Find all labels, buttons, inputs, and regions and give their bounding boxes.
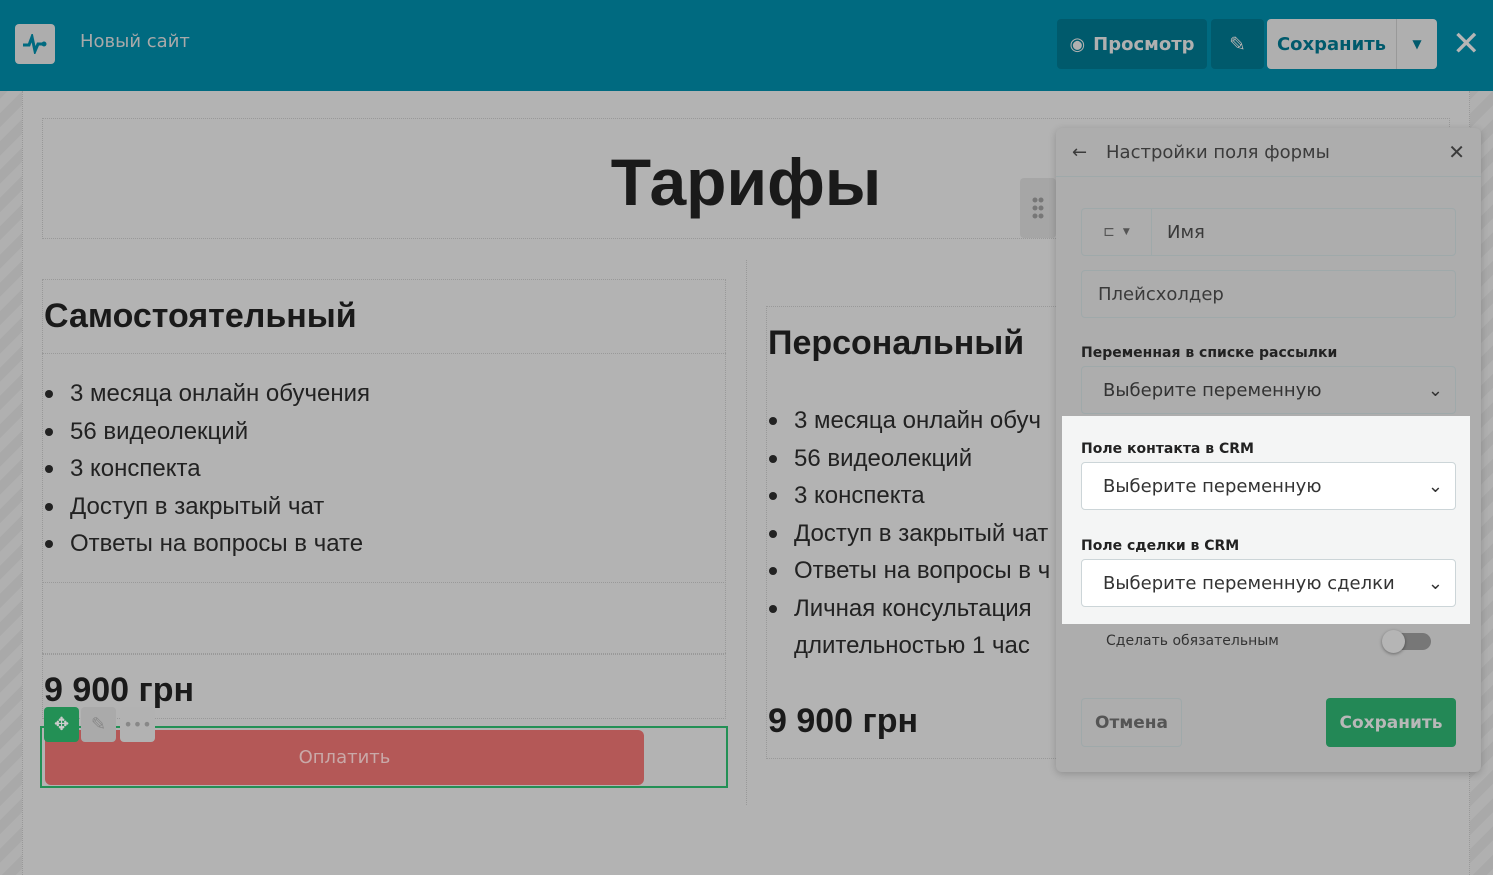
list-item: 56 видеолекций xyxy=(42,413,370,451)
panel-title: Настройки поля формы xyxy=(1106,141,1330,163)
placeholder-input[interactable]: Плейсхолдер xyxy=(1081,270,1456,318)
field-type-dropdown[interactable]: ⊏ ▼ xyxy=(1082,209,1152,255)
select-value: Выберите переменную сделки xyxy=(1103,572,1395,594)
mailing-variable-select[interactable]: Выберите переменную ⌄ xyxy=(1081,366,1456,414)
list-item: Ответы на вопросы в ч xyxy=(766,552,1056,590)
caret-down-icon: ▼ xyxy=(1412,37,1422,51)
plan-name: Самостоятельный xyxy=(44,297,357,335)
more-options-icon[interactable]: ••• xyxy=(120,707,155,742)
required-toggle[interactable] xyxy=(1382,630,1431,653)
crm-contact-select[interactable]: Выберите переменную ⌄ xyxy=(1081,462,1456,510)
design-tools-button[interactable]: ✎ xyxy=(1211,19,1264,69)
list-item: Доступ в закрытый чат xyxy=(766,515,1056,553)
list-item: Ответы на вопросы в чате xyxy=(42,525,370,563)
caret-down-icon: ▼ xyxy=(1122,227,1130,237)
chevron-down-icon: ⌄ xyxy=(1427,572,1443,594)
save-dropdown-button[interactable]: ▼ xyxy=(1397,19,1437,69)
panel-header: ← Настройки поля формы ✕ xyxy=(1056,128,1481,177)
preview-label: Просмотр xyxy=(1093,33,1195,55)
edit-pencil-icon[interactable]: ✎ xyxy=(81,707,116,742)
crm-contact-label: Поле контакта в CRM xyxy=(1081,441,1254,457)
feature-list: 3 месяца онлайн обучения 56 видеолекций … xyxy=(42,375,370,563)
panel-save-button[interactable]: Сохранить xyxy=(1326,698,1456,747)
eye-icon: ◉ xyxy=(1069,33,1086,55)
crm-deal-label: Поле сделки в CRM xyxy=(1081,538,1240,554)
cancel-button[interactable]: Отмена xyxy=(1081,698,1182,747)
drag-handle-icon[interactable] xyxy=(1020,178,1056,238)
pencil-ruler-icon: ✎ xyxy=(1229,32,1246,56)
plan-price: 9 900 грн xyxy=(768,702,918,740)
save-button[interactable]: Сохранить xyxy=(1267,19,1397,69)
list-item: 3 месяца онлайн обучения xyxy=(42,375,370,413)
crm-deal-select[interactable]: Выберите переменную сделки ⌄ xyxy=(1081,559,1456,607)
list-item: 3 конспекта xyxy=(42,450,370,488)
logo-icon[interactable] xyxy=(15,24,55,64)
close-icon[interactable]: ✕ xyxy=(1448,140,1465,164)
divider xyxy=(746,260,747,805)
close-icon[interactable]: ✕ xyxy=(1452,24,1481,64)
list-item: 3 месяца онлайн обуч xyxy=(766,402,1056,440)
select-value: Выберите переменную xyxy=(1103,475,1322,497)
site-name[interactable]: Новый сайт xyxy=(80,31,190,52)
top-bar: Новый сайт ◉ Просмотр ✎ Сохранить ▼ ✕ xyxy=(0,0,1493,91)
move-icon[interactable]: ✥ xyxy=(44,707,79,742)
required-label: Сделать обязательным xyxy=(1106,633,1279,649)
field-name-value: Имя xyxy=(1167,221,1205,243)
input-field-icon: ⊏ xyxy=(1103,224,1115,240)
plan-name: Персональный xyxy=(768,324,1025,362)
chevron-down-icon: ⌄ xyxy=(1427,475,1443,497)
plan-price: 9 900 грн xyxy=(44,671,194,709)
select-value: Выберите переменную xyxy=(1103,379,1322,401)
divider xyxy=(42,653,726,655)
list-item: 56 видеолекций xyxy=(766,440,1056,478)
list-item: 3 конспекта xyxy=(766,477,1056,515)
mailing-variable-label: Переменная в списке рассылки xyxy=(1081,345,1338,361)
preview-button[interactable]: ◉ Просмотр xyxy=(1057,19,1207,69)
list-item: Личная консультация длительностью 1 час xyxy=(766,590,1046,665)
field-name-input[interactable]: ⊏ ▼ Имя xyxy=(1081,208,1456,256)
chevron-down-icon: ⌄ xyxy=(1427,379,1443,401)
feature-list: 3 месяца онлайн обуч 56 видеолекций 3 ко… xyxy=(766,402,1056,665)
back-arrow-icon[interactable]: ← xyxy=(1072,142,1106,163)
list-item: Доступ в закрытый чат xyxy=(42,488,370,526)
